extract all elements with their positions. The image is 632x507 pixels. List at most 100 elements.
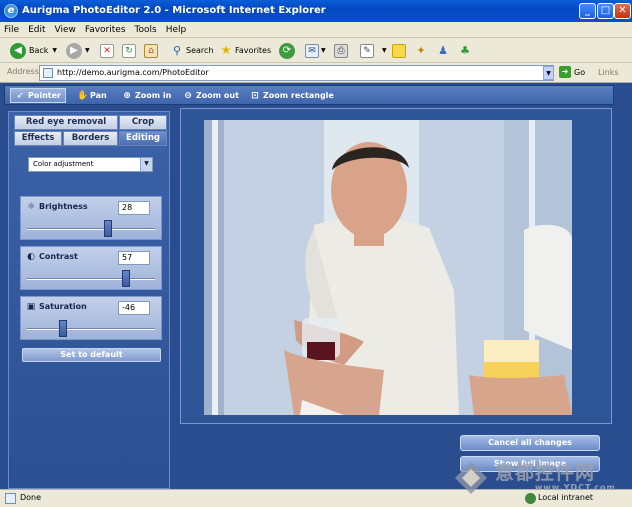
tab-red-eye-removal[interactable]: Red eye removal: [14, 115, 118, 130]
contrast-icon: ◐: [27, 252, 35, 262]
go-button[interactable]: ➜ Go: [559, 66, 585, 78]
pan-tool-button[interactable]: ✋ Pan: [77, 88, 107, 103]
menu-bar: File Edit View Favorites Tools Help: [0, 22, 632, 38]
contacts-icon: ♣: [460, 43, 470, 57]
saturation-control: ▣ Saturation -46: [20, 296, 162, 340]
watermark: 意都控件网 www.YDCT.com: [453, 456, 632, 500]
saturation-icon: ▣: [26, 302, 36, 312]
zoom-rectangle-button[interactable]: ⊡ Zoom rectangle: [250, 88, 334, 103]
window-title-bar: e Aurigma PhotoEditor 2.0 - Microsoft In…: [0, 0, 632, 22]
address-dropdown-icon[interactable]: ▼: [543, 66, 554, 80]
menu-file[interactable]: File: [4, 25, 19, 35]
ie-logo-icon: e: [4, 4, 18, 18]
go-label: Go: [574, 67, 586, 77]
note-icon: [392, 43, 406, 58]
contrast-slider-track[interactable]: [27, 278, 155, 280]
messenger-button[interactable]: ♟: [436, 41, 452, 60]
refresh-button[interactable]: ↻: [122, 41, 138, 60]
stop-icon: ✕: [100, 43, 114, 58]
tab-editing[interactable]: Editing: [119, 131, 167, 146]
print-icon: ⎙: [334, 43, 348, 58]
chevron-down-icon: ▼: [85, 47, 90, 54]
forward-arrow-icon: ▶: [66, 42, 82, 59]
favorites-button[interactable]: ★ Favorites: [219, 41, 272, 60]
set-to-default-button[interactable]: Set to default: [22, 348, 161, 362]
menu-edit[interactable]: Edit: [28, 25, 45, 35]
history-icon: ⟳: [279, 42, 295, 59]
zoom-rectangle-icon: ⊡: [251, 90, 259, 101]
photo-image: [204, 120, 572, 415]
menu-tools[interactable]: Tools: [135, 25, 157, 35]
watermark-url: www.YDCT.com: [535, 483, 616, 492]
saturation-input[interactable]: -46: [118, 301, 150, 315]
discuss-button[interactable]: [392, 41, 408, 60]
photo-canvas[interactable]: [204, 120, 572, 415]
contrast-slider-thumb[interactable]: [121, 270, 130, 287]
history-button[interactable]: ⟳: [279, 41, 298, 60]
chevron-down-icon: ▼: [382, 47, 387, 54]
contrast-input[interactable]: 57: [118, 251, 150, 265]
menu-view[interactable]: View: [55, 25, 76, 35]
chevron-down-icon[interactable]: ▼: [140, 158, 152, 171]
menu-help[interactable]: Help: [166, 25, 187, 35]
back-button[interactable]: ◀ Back ▼: [10, 41, 57, 60]
tab-crop[interactable]: Crop: [119, 115, 167, 130]
address-url: http://demo.aurigma.com/PhotoEditor: [57, 68, 209, 77]
go-arrow-icon: ➜: [559, 66, 571, 78]
adjustment-type-value: Color adjustment: [33, 160, 94, 168]
pan-label: Pan: [90, 91, 107, 100]
chevron-down-icon: ▼: [321, 47, 326, 54]
research-button[interactable]: ✦: [414, 41, 430, 60]
close-button[interactable]: ✕: [614, 3, 631, 19]
brightness-slider-thumb[interactable]: [103, 220, 112, 237]
hand-icon: ✋: [77, 90, 89, 101]
address-label: Address: [7, 67, 39, 76]
minimize-button[interactable]: _: [579, 3, 596, 19]
pointer-tool-button[interactable]: ➶ Pointer: [10, 88, 66, 103]
forward-button[interactable]: ▶ ▼: [66, 41, 90, 60]
zoom-out-icon: ⊖: [184, 90, 192, 101]
tab-borders[interactable]: Borders: [63, 131, 118, 146]
home-button[interactable]: ⌂: [144, 41, 160, 60]
zoom-out-button[interactable]: ⊖ Zoom out: [183, 88, 239, 103]
edit-page-icon: ✎: [360, 43, 374, 58]
cancel-all-changes-button[interactable]: Cancel all changes: [460, 435, 600, 451]
brightness-input[interactable]: 28: [118, 201, 150, 215]
maximize-button[interactable]: □: [597, 3, 614, 19]
research-icon: ✦: [416, 43, 426, 57]
pointer-icon: ➶: [16, 90, 24, 101]
brightness-sun-icon: ☼: [26, 202, 36, 212]
watermark-chinese-text: 意都控件网: [495, 462, 596, 484]
page-icon: [43, 68, 53, 78]
refresh-icon: ↻: [122, 43, 136, 58]
status-text: Done: [20, 493, 42, 502]
browser-toolbar: ◀ Back ▼ ▶ ▼ ✕ ↻ ⌂ ⚲ Search ★ Favorites …: [0, 38, 632, 63]
search-button[interactable]: ⚲ Search: [170, 41, 214, 60]
links-button[interactable]: Links: [598, 68, 619, 77]
home-icon: ⌂: [144, 43, 158, 58]
search-icon: ⚲: [172, 43, 182, 57]
back-arrow-icon: ◀: [10, 42, 26, 59]
brightness-slider-track[interactable]: [27, 228, 155, 230]
print-button[interactable]: ⎙: [334, 41, 350, 60]
mail-button[interactable]: ✉ ▼: [305, 41, 326, 60]
contrast-label: Contrast: [39, 252, 78, 261]
saturation-slider-thumb[interactable]: [59, 320, 68, 337]
chevron-down-icon: ▼: [52, 47, 58, 54]
adjustment-type-select[interactable]: Color adjustment ▼: [28, 157, 153, 172]
address-bar: Address http://demo.aurigma.com/PhotoEdi…: [0, 63, 632, 83]
stop-button[interactable]: ✕: [100, 41, 116, 60]
saturation-slider-track[interactable]: [27, 328, 155, 330]
contrast-control: ◐ Contrast 57: [20, 246, 162, 290]
tab-effects[interactable]: Effects: [14, 131, 62, 146]
saturation-label: Saturation: [39, 302, 87, 311]
zoom-out-label: Zoom out: [196, 91, 239, 100]
edit-button[interactable]: ✎ ▼: [360, 41, 387, 60]
contacts-button[interactable]: ♣: [458, 41, 474, 60]
menu-favorites[interactable]: Favorites: [85, 25, 126, 35]
address-input[interactable]: http://demo.aurigma.com/PhotoEditor: [39, 65, 554, 81]
search-label: Search: [186, 46, 214, 55]
favorites-label: Favorites: [235, 46, 272, 55]
zoom-in-button[interactable]: ⊕ Zoom in: [122, 88, 171, 103]
brightness-label: Brightness: [39, 202, 88, 211]
